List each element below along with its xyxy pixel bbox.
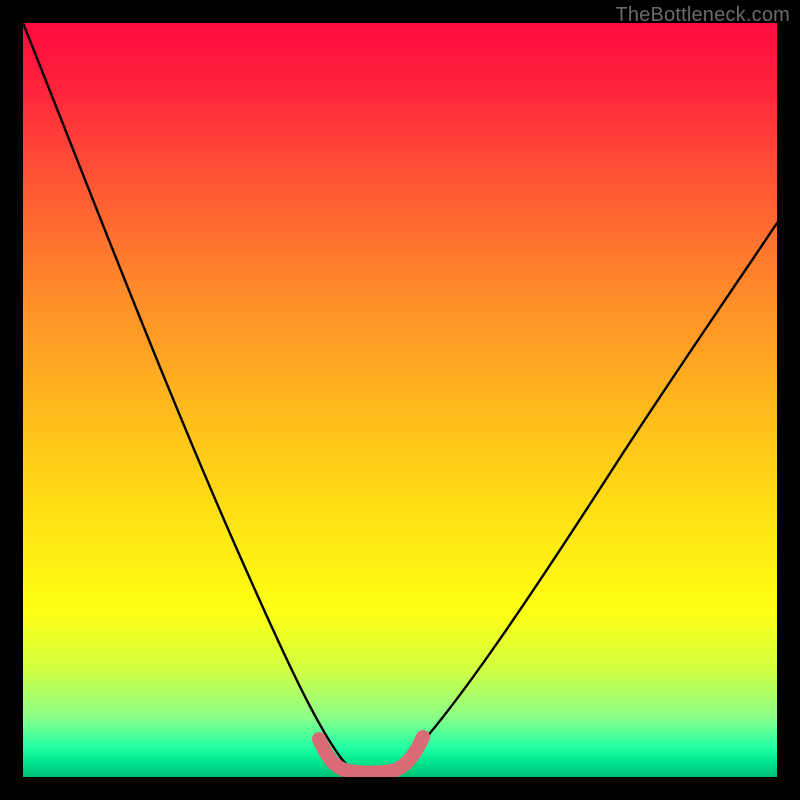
curve-layer [23,23,777,777]
bottleneck-curve [23,23,777,773]
plot-area [23,23,777,777]
chart-frame: TheBottleneck.com [0,0,800,800]
optimal-zone-marker [319,737,423,773]
watermark-text: TheBottleneck.com [615,4,790,27]
